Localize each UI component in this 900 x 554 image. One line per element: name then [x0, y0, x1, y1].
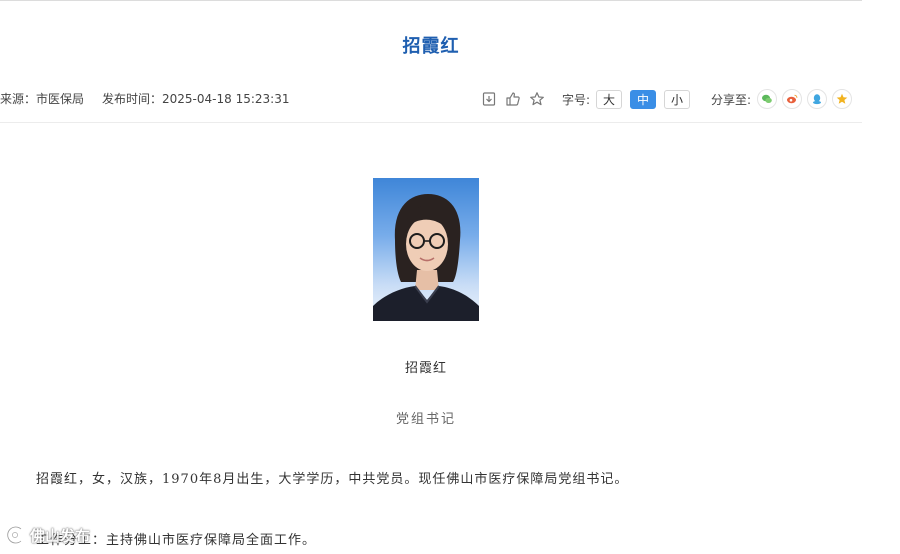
star-icon[interactable]: [528, 90, 546, 108]
article-meta-bar: 来源：市医保局 发布时间：2025-04-18 15:23:31 字号: 大 中 …: [0, 84, 862, 114]
article-tools: [480, 88, 552, 110]
wechat-share-icon[interactable]: [757, 89, 778, 109]
print-icon[interactable]: [480, 90, 498, 108]
font-size-large-button[interactable]: 大: [596, 89, 623, 109]
watermark-logo-icon: [6, 525, 22, 545]
article-meta: 来源：市医保局 发布时间：2025-04-18 15:23:31: [0, 90, 289, 107]
font-size-small-button[interactable]: 小: [664, 89, 691, 109]
font-size-medium-button[interactable]: 中: [630, 89, 657, 109]
share-label: 分享至:: [711, 92, 752, 107]
portrait-photo: [373, 178, 479, 321]
watermark-text: 佛山发布: [30, 526, 91, 545]
article-publish-time: 发布时间：2025-04-18 15:23:31: [102, 92, 290, 106]
qzone-share-icon[interactable]: [832, 89, 853, 109]
font-size-label: 字号:: [562, 92, 591, 107]
page-title: 招霞红: [402, 36, 460, 57]
share-controls: 分享至:: [711, 88, 857, 110]
thumbs-up-icon[interactable]: [504, 90, 522, 108]
top-divider: [0, 0, 862, 1]
profile-name: 招霞红: [404, 361, 447, 376]
profile-role: 党组书记: [395, 412, 456, 427]
watermark: 佛山发布: [4, 524, 90, 546]
article-source: 来源：市医保局: [0, 92, 85, 106]
meta-divider: [0, 122, 862, 123]
font-size-controls: 字号: 大 中 小: [562, 88, 698, 110]
qq-share-icon[interactable]: [807, 89, 828, 109]
weibo-share-icon[interactable]: [782, 89, 803, 109]
bio-paragraph: 招霞红，女，汉族，1970年8月出生，大学学历，中共党员。现任佛山市医疗保障局党…: [36, 472, 629, 487]
